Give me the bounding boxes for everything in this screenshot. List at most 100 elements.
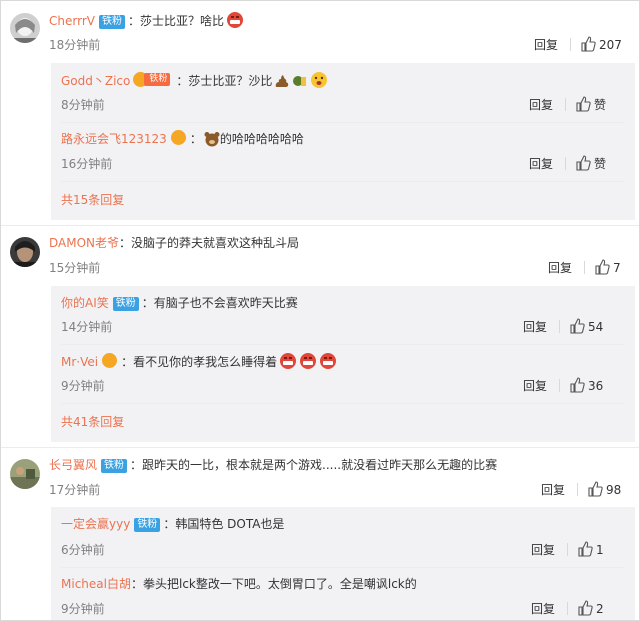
thumbs-emoji-icon [293, 76, 307, 86]
reply-button[interactable]: 回复 [548, 261, 572, 275]
angry-emoji-icon [227, 12, 243, 28]
action-divider [559, 379, 561, 392]
timestamp: 8分钟前 [61, 98, 105, 112]
colon: ： [176, 74, 189, 88]
action-divider [584, 261, 586, 274]
comment-text: 跟昨天的一比，根本就是两个游戏.....就没看过昨天那么无趣的比赛 [142, 458, 498, 472]
thumbs-up-icon[interactable] [569, 318, 585, 334]
colon: ： [130, 458, 143, 472]
reply-button[interactable]: 回复 [523, 379, 547, 393]
timestamp: 18分钟前 [49, 38, 101, 52]
colon: ： [163, 517, 176, 531]
username[interactable]: DAMON老爷 [49, 236, 119, 250]
thumbs-up-icon[interactable] [575, 96, 591, 112]
timestamp: 17分钟前 [49, 483, 101, 497]
fan-badge: 铁粉 [112, 297, 139, 311]
colon: ： [130, 577, 143, 591]
username[interactable]: CherrrV [49, 14, 95, 28]
fan-badge: 铁粉 [101, 459, 128, 473]
like-count: 98 [606, 483, 622, 497]
reply-username[interactable]: 一定会赢yyy [61, 517, 130, 531]
action-divider [570, 38, 572, 51]
avatar[interactable] [10, 459, 40, 489]
reply-username[interactable]: 你的AI笑 [61, 296, 109, 310]
avatar[interactable] [10, 237, 40, 267]
like-count: 1 [596, 543, 604, 557]
reply-actions: 回复 赞 [529, 96, 606, 114]
reply-username[interactable]: Godd丶Zico [61, 74, 130, 88]
timestamp: 9分钟前 [61, 602, 105, 616]
thread-divider [1, 447, 639, 448]
comment-panel: CherrrV 铁粉 ：莎士比亚？啥比 18分钟前 回复 207 Godd丶Zico 铁… [0, 0, 640, 621]
reply-header: Godd丶Zico 铁粉 ：莎士比亚？沙比 [61, 71, 328, 90]
reply-actions: 回复 1 [531, 541, 604, 559]
username[interactable]: 长弓翼风 [49, 458, 97, 472]
thumbs-up-icon[interactable] [577, 541, 593, 557]
replies-box: 你的AI笑 铁粉 ：有脑子也不会喜欢昨天比赛 14分钟前 回复 54 Mr·Vei ：看… [51, 286, 635, 442]
reply-header: Mr·Vei ：看不见你的孝我怎么睡得着 [61, 352, 337, 371]
comment-header: 长弓翼风 铁粉 ：跟昨天的一比，根本就是两个游戏.....就没看过昨天那么无趣的比赛 [49, 456, 497, 474]
timestamp: 14分钟前 [61, 320, 113, 334]
reply-text: 的哈哈哈哈哈哈 [219, 132, 304, 146]
angry-emoji-icon [320, 353, 337, 369]
reply-username[interactable]: 路永远会飞123123 [61, 132, 167, 146]
replies-box: 一定会赢yyy 铁粉 ：韩国特色 DOTA也是 6分钟前 回复 1 Micheal白胡… [51, 507, 635, 620]
like-count: 36 [588, 379, 604, 393]
reply-text: 拳头把lck整改一下吧。太倒胃口了。全是嘲讽lck的 [142, 577, 417, 591]
action-divider [565, 157, 567, 170]
timestamp: 9分钟前 [61, 379, 105, 393]
reply-button[interactable]: 回复 [529, 157, 553, 171]
action-divider [559, 320, 561, 333]
thumbs-up-icon[interactable] [580, 36, 596, 52]
thumbs-up-icon[interactable] [575, 155, 591, 171]
reply-username[interactable]: Micheal白胡 [61, 577, 131, 591]
like-count: 207 [599, 38, 622, 52]
comment-text: 没脑子的莽夫就喜欢这种乱斗局 [131, 236, 300, 250]
reply-button[interactable]: 回复 [531, 602, 555, 616]
colon: ： [121, 355, 134, 369]
like-count: 2 [596, 602, 604, 616]
reply-username[interactable]: Mr·Vei [61, 355, 98, 369]
more-replies-link[interactable]: 共41条回复 [61, 413, 124, 431]
reply-button[interactable]: 回复 [534, 38, 558, 52]
fan-badge: 铁粉 [134, 518, 161, 532]
thumbs-up-icon[interactable] [594, 259, 610, 275]
timestamp: 16分钟前 [61, 157, 113, 171]
thumbs-up-icon[interactable] [577, 600, 593, 616]
thumbs-up-icon[interactable] [587, 481, 603, 497]
comment-text: 莎士比亚？啥比 [139, 14, 224, 28]
replies-box: Godd丶Zico 铁粉 ：莎士比亚？沙比 8分钟前 回复赞 路永远会飞123123… [51, 63, 635, 220]
like-label[interactable]: 赞 [594, 98, 606, 112]
timestamp: 6分钟前 [61, 543, 105, 557]
reply-header: 你的AI笑 铁粉 ：有脑子也不会喜欢昨天比赛 [61, 294, 298, 312]
angry-emoji-icon [280, 353, 297, 369]
fan-badge: 铁粉 [98, 15, 125, 29]
action-divider [577, 483, 579, 496]
reply-header: 路永远会飞123123 ： 的哈哈哈哈哈哈 [61, 130, 304, 148]
angry-emoji-icon [300, 353, 317, 369]
crown-icon [170, 130, 186, 145]
reply-actions: 回复 54 [523, 318, 603, 336]
reply-actions: 回复 赞 [529, 155, 606, 173]
thread-divider [1, 225, 639, 226]
surprised-emoji-icon [311, 72, 328, 88]
reply-divider [61, 403, 625, 404]
vip-fan-badge: 铁粉 [133, 72, 173, 87]
colon: ： [119, 236, 132, 250]
reply-button[interactable]: 回复 [523, 320, 547, 334]
reply-actions: 回复 2 [531, 600, 604, 618]
reply-text: 有脑子也不会喜欢昨天比赛 [153, 296, 298, 310]
action-divider [565, 98, 567, 111]
more-replies-link[interactable]: 共15条回复 [61, 191, 124, 209]
like-label[interactable]: 赞 [594, 157, 606, 171]
avatar[interactable] [10, 13, 40, 43]
reply-text: 韩国特色 DOTA也是 [175, 517, 285, 531]
reply-actions: 回复 36 [523, 377, 603, 395]
comment-actions: 回复 7 [548, 259, 621, 277]
reply-button[interactable]: 回复 [529, 98, 553, 112]
reply-button[interactable]: 回复 [541, 483, 565, 497]
thumbs-up-icon[interactable] [569, 377, 585, 393]
action-divider [567, 602, 569, 615]
reply-button[interactable]: 回复 [531, 543, 555, 557]
reply-text: 看不见你的孝我怎么睡得着 [133, 355, 278, 369]
